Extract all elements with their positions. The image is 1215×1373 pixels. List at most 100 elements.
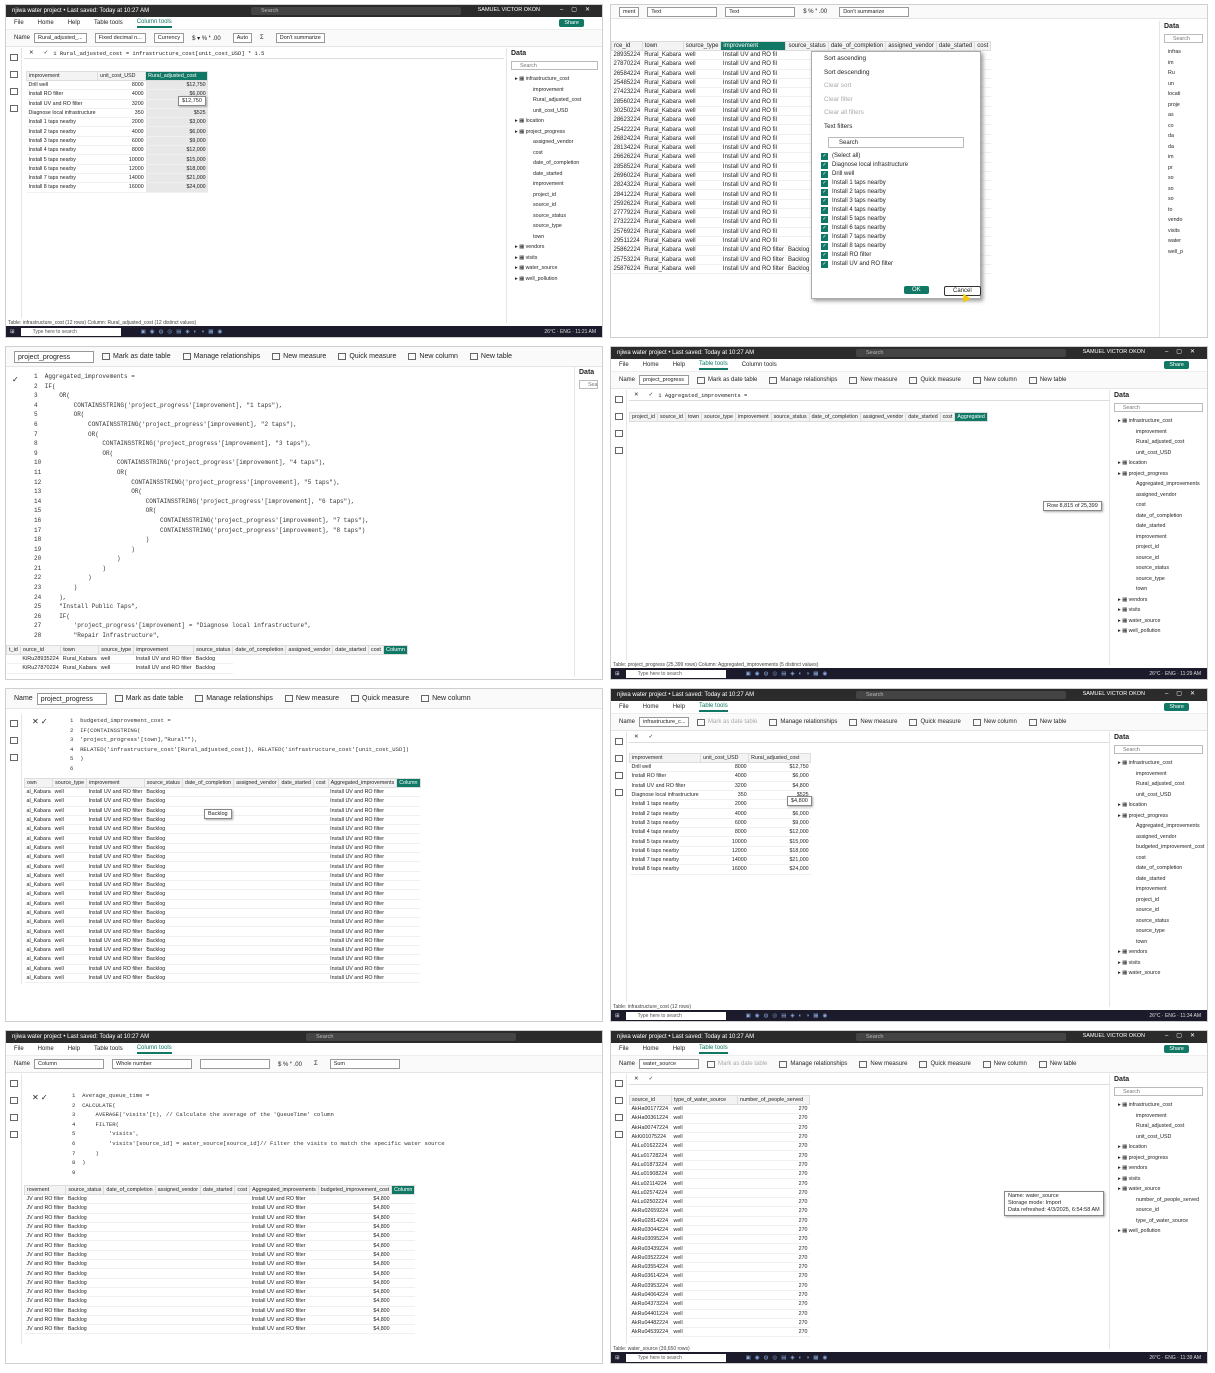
commit-icon[interactable]: ✓	[44, 50, 49, 56]
code-line[interactable]: 24 ),	[34, 593, 369, 603]
col-header[interactable]: source_status	[770, 412, 810, 422]
table-node[interactable]: ▸ ▦ infrastructure_cost	[511, 74, 598, 85]
quick-measure-button[interactable]: Quick measure	[919, 1060, 971, 1068]
col-header[interactable]: date_of_completion	[808, 412, 861, 422]
ok-button[interactable]: OK	[904, 286, 929, 294]
model-view-icon[interactable]	[614, 772, 623, 779]
code-line[interactable]: 5 )	[70, 754, 409, 764]
table-row[interactable]: AkLu01908224 well 270	[629, 1169, 810, 1180]
table-node[interactable]: ▸ ▦ project_progress	[511, 127, 598, 138]
table-node[interactable]: ▸ ▦ water_source	[511, 263, 598, 274]
menu-home[interactable]: Home	[643, 1046, 659, 1052]
col-header-selected[interactable]: Rural_adjusted_cost	[145, 71, 209, 81]
field-node[interactable]: town	[1114, 584, 1203, 595]
table-row[interactable]: Install 5 taps nearby 10000 $15,000	[629, 836, 811, 847]
col-header[interactable]: Column	[396, 778, 421, 788]
code-line[interactable]: 25 "Install Public Taps",	[34, 602, 369, 612]
code-line[interactable]: 4 CONTAINSSTRING('project_progress'[impr…	[34, 401, 369, 411]
col-header[interactable]: date_of_completion	[181, 778, 235, 788]
code-line[interactable]: 22 )	[34, 573, 369, 583]
quick-measure-button[interactable]: Quick measure	[909, 376, 961, 384]
table-row[interactable]: AkHa00177224 well 270	[629, 1104, 810, 1115]
data-type-select[interactable]: Text	[647, 6, 718, 17]
windows-icon[interactable]: ⊞	[615, 1013, 620, 1019]
code-line[interactable]: 21 )	[34, 564, 369, 574]
cancel-icon[interactable]: ✕	[634, 392, 639, 398]
new-column-button[interactable]: New column	[421, 695, 471, 702]
col-header[interactable]: cost	[939, 412, 956, 422]
name-input[interactable]: infrastructure_c...	[639, 717, 690, 727]
table-node[interactable]: ▸ ▦ location	[1114, 800, 1203, 811]
table-row[interactable]: Install 3 taps nearby 6000 $9,000	[629, 818, 811, 829]
col-header[interactable]: cost	[974, 41, 992, 51]
code-line[interactable]: 14 CONTAINSSTRING('project_progress'[imp…	[34, 497, 369, 507]
field-node[interactable]: Ru	[1164, 68, 1203, 79]
table-row[interactable]: JV and RO filter Backlog Install UV and RO…	[24, 1259, 415, 1270]
table-node[interactable]: ▸ ▦ location	[511, 116, 598, 127]
field-node[interactable]: water	[1164, 236, 1203, 247]
code-line[interactable]: 5 'visits',	[72, 1129, 445, 1139]
field-node[interactable]: so	[1164, 173, 1203, 184]
table-row[interactable]: al_Kabara well Install UV and RO filter Bac…	[24, 936, 421, 947]
code-line[interactable]: 2 CALCULATE(	[72, 1101, 445, 1111]
table-row[interactable]: Install 2 taps nearby 4000 $6,000	[26, 126, 208, 137]
code-line[interactable]: 19 )	[34, 545, 369, 555]
table-row[interactable]: AkRu04373224 well 270	[629, 1299, 810, 1310]
commit-icon[interactable]: ✓	[649, 1076, 654, 1082]
field-node[interactable]: cost	[511, 148, 598, 159]
new-column-button[interactable]: New column	[972, 718, 1017, 726]
col-header[interactable]: Column	[382, 645, 408, 655]
name-input[interactable]: Column	[34, 1059, 105, 1069]
table-row[interactable]: Diagnose local infrastructure350$525	[26, 108, 208, 119]
name-input[interactable]: ment	[619, 6, 640, 17]
field-node[interactable]: improvement	[1114, 884, 1203, 895]
filter-checkbox[interactable]: Install 4 taps nearby	[812, 206, 980, 215]
table-row[interactable]: JV and RO filter Backlog Install UV and RO…	[24, 1250, 415, 1261]
filter-checkbox[interactable]: Install 2 taps nearby	[812, 188, 980, 197]
table-row[interactable]: Drill well 8000 $12,750	[629, 762, 811, 773]
table-row[interactable]: Install 2 taps nearby 4000 $6,000	[629, 808, 811, 819]
code-line[interactable]: 4 FILTER(	[72, 1120, 445, 1130]
table-row[interactable]: JV and RO filter Backlog Install UV and RO…	[24, 1194, 415, 1205]
mark-as-date-table-button[interactable]: Mark as date table	[707, 1060, 767, 1068]
formula-actions[interactable]: ✕ ✓	[32, 717, 48, 726]
taskbar-search[interactable]: Type here to search	[20, 327, 121, 336]
taskbar-apps[interactable]: ▣◉◍◎▤◈◐◑▦◉	[746, 1013, 832, 1019]
mark-as-date-table-button[interactable]: Mark as date table	[114, 695, 183, 702]
table-row[interactable]: AkHa00747224 well 270	[629, 1123, 810, 1133]
table-row[interactable]: AkLu02574224 well 270	[629, 1188, 810, 1198]
menu-home[interactable]: Home	[643, 362, 659, 368]
table-row[interactable]: al_Kabara well Install UV and RO filter Bac…	[24, 889, 421, 900]
new-measure-button[interactable]: New measure	[849, 376, 897, 384]
table-row[interactable]: al_Kabara well Install UV and RO filter Bac…	[24, 852, 421, 863]
table-row[interactable]: AkRu03439224 well 270	[629, 1243, 810, 1254]
code-line[interactable]: 18 )	[34, 535, 369, 545]
col-header[interactable]: ource_id	[19, 645, 62, 655]
col-header[interactable]: own	[23, 778, 54, 788]
table-node[interactable]: ▸ ▦ water_source	[1114, 1184, 1203, 1195]
name-input[interactable]: water_source	[639, 1059, 700, 1069]
menu-help[interactable]: Help	[68, 1046, 80, 1052]
field-node[interactable]: unit_cost_USD	[1114, 790, 1203, 801]
table-row[interactable]: Install 8 taps nearby 16000 $24,000	[629, 864, 811, 875]
col-header[interactable]: town	[60, 645, 100, 655]
menu-file[interactable]: File	[619, 1046, 629, 1052]
code-line[interactable]: 4 RELATED('infrastructure_cost'[Rural_ad…	[70, 745, 409, 755]
table-row[interactable]: al_Kabara well Install UV and RO filter Bac…	[24, 843, 421, 854]
col-header[interactable]: source_id	[656, 412, 686, 422]
new-table-button[interactable]: New table	[1028, 376, 1067, 384]
data-search[interactable]: Search	[1114, 1087, 1203, 1096]
code-line[interactable]: 28 "Repair Infrastructure",	[34, 631, 369, 641]
formula-bar[interactable]: ✕ ✓ 1 Aggregated_improvements =	[629, 390, 1109, 401]
col-header[interactable]: improvement	[720, 41, 787, 51]
code-line[interactable]: 10 CONTAINSSTRING('project_progress'[imp…	[34, 458, 369, 468]
code-line[interactable]: 7 OR(	[34, 430, 369, 440]
filter-checkbox[interactable]: Diagnose local infrastructure	[812, 161, 980, 170]
field-node[interactable]: date_started	[511, 169, 598, 180]
field-node[interactable]: da	[1164, 131, 1203, 142]
field-node[interactable]: Rural_adjusted_cost	[1114, 1121, 1203, 1132]
code-line[interactable]: 2 IF(CONTAINSSTRING(	[70, 726, 409, 736]
col-header[interactable]: source_type	[52, 778, 88, 788]
quick-measure-button[interactable]: Quick measure	[909, 718, 961, 726]
table-row[interactable]: Install 3 taps nearby 6000 $9,000	[26, 136, 208, 147]
